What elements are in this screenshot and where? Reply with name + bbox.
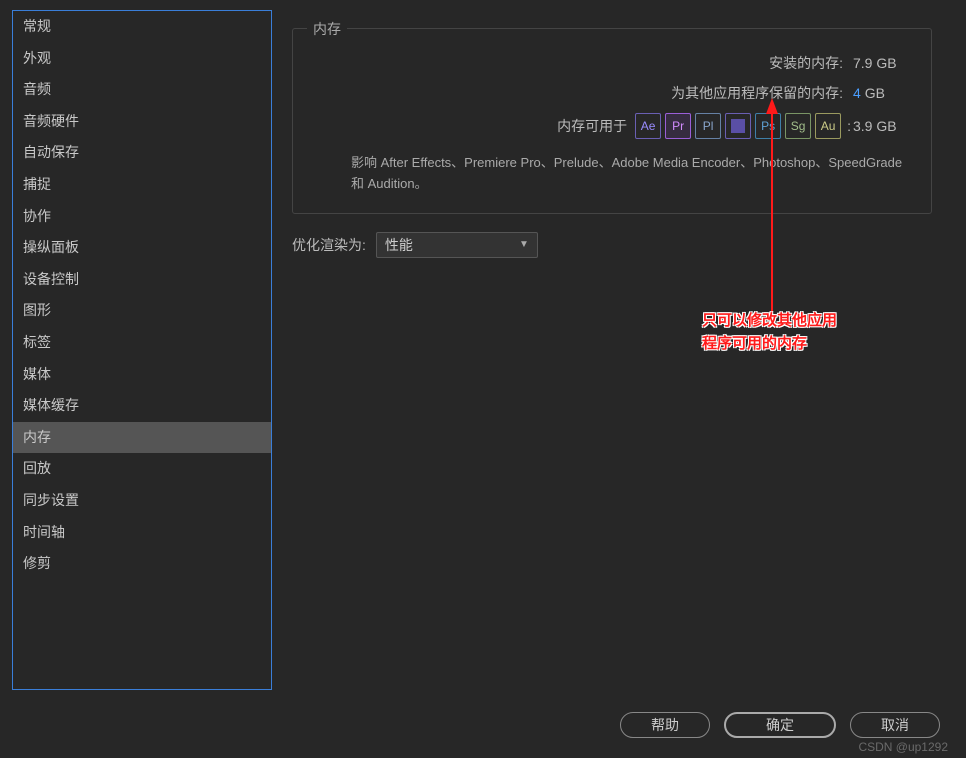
- sidebar-item-capture[interactable]: 捕捉: [13, 169, 271, 201]
- sidebar-item-memory[interactable]: 内存: [13, 422, 271, 454]
- memory-description: 影响 After Effects、Premiere Pro、Prelude、Ad…: [311, 153, 913, 195]
- installed-memory-value: 7.9 GB: [843, 55, 913, 71]
- reserved-memory-unit: GB: [865, 85, 885, 101]
- annotation-line1: 只可以修改其他应用: [702, 310, 837, 333]
- chevron-down-icon: ▼: [519, 239, 529, 250]
- cancel-button[interactable]: 取消: [850, 712, 940, 738]
- memory-available-label: 内存可用于: [557, 116, 627, 136]
- sidebar-item-audio[interactable]: 音频: [13, 74, 271, 106]
- annotation-line2: 程序可用的内存: [702, 333, 837, 356]
- me-icon: [725, 113, 751, 139]
- pr-icon: Pr: [665, 113, 691, 139]
- dialog-footer: 帮助 确定 取消: [620, 712, 940, 738]
- sidebar-item-device-control[interactable]: 设备控制: [13, 264, 271, 296]
- optimize-render-label: 优化渲染为:: [292, 235, 366, 255]
- watermark: CSDN @up1292: [858, 740, 948, 754]
- ok-button[interactable]: 确定: [724, 712, 836, 738]
- reserved-memory-input[interactable]: 4: [853, 85, 861, 101]
- sidebar-item-appearance[interactable]: 外观: [13, 43, 271, 75]
- optimize-render-dropdown[interactable]: 性能 ▼: [376, 232, 538, 258]
- main-content: 内存 安装的内存: 7.9 GB 为其他应用程序保留的内存: 4 GB 内存可用…: [272, 10, 954, 700]
- pl-icon: Pl: [695, 113, 721, 139]
- memory-panel-title: 内存: [307, 19, 347, 39]
- reserved-memory-row: 为其他应用程序保留的内存: 4 GB: [311, 83, 913, 103]
- sidebar-item-control-surface[interactable]: 操纵面板: [13, 232, 271, 264]
- installed-memory-label: 安装的内存:: [769, 53, 843, 73]
- optimize-render-selected: 性能: [385, 235, 413, 255]
- sidebar-item-labels[interactable]: 标签: [13, 327, 271, 359]
- memory-available-value: 3.9 GB: [853, 118, 913, 134]
- sidebar-item-collaboration[interactable]: 协作: [13, 201, 271, 233]
- annotation-text: 只可以修改其他应用 程序可用的内存: [702, 310, 837, 355]
- app-icons: Ae Pr Pl Ps Sg Au: [635, 113, 841, 139]
- sidebar-item-trim[interactable]: 修剪: [13, 548, 271, 580]
- optimize-render-row: 优化渲染为: 性能 ▼: [292, 232, 954, 258]
- memory-available-row: 内存可用于 Ae Pr Pl Ps Sg Au : 3.9 GB: [311, 113, 913, 139]
- ps-icon: Ps: [755, 113, 781, 139]
- preferences-sidebar: 常规 外观 音频 音频硬件 自动保存 捕捉 协作 操纵面板 设备控制 图形 标签…: [12, 10, 272, 690]
- sidebar-item-media-cache[interactable]: 媒体缓存: [13, 390, 271, 422]
- sidebar-item-graphics[interactable]: 图形: [13, 295, 271, 327]
- help-button[interactable]: 帮助: [620, 712, 710, 738]
- sidebar-item-audio-hardware[interactable]: 音频硬件: [13, 106, 271, 138]
- sidebar-item-general[interactable]: 常规: [13, 11, 271, 43]
- reserved-memory-value[interactable]: 4 GB: [843, 85, 913, 101]
- available-colon: :: [847, 118, 851, 134]
- sg-icon: Sg: [785, 113, 811, 139]
- sidebar-item-sync-settings[interactable]: 同步设置: [13, 485, 271, 517]
- sidebar-item-media[interactable]: 媒体: [13, 359, 271, 391]
- sidebar-item-timeline[interactable]: 时间轴: [13, 517, 271, 549]
- sidebar-item-playback[interactable]: 回放: [13, 453, 271, 485]
- installed-memory-row: 安装的内存: 7.9 GB: [311, 53, 913, 73]
- reserved-memory-label: 为其他应用程序保留的内存:: [671, 83, 843, 103]
- au-icon: Au: [815, 113, 841, 139]
- memory-panel: 内存 安装的内存: 7.9 GB 为其他应用程序保留的内存: 4 GB 内存可用…: [292, 28, 932, 214]
- sidebar-item-autosave[interactable]: 自动保存: [13, 137, 271, 169]
- ae-icon: Ae: [635, 113, 661, 139]
